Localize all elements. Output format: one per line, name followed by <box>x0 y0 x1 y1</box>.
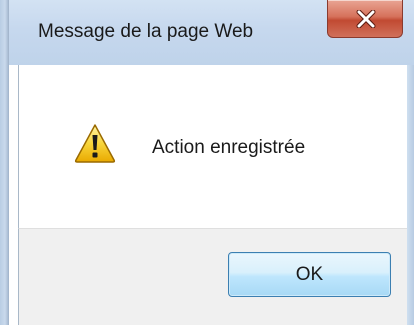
window-border <box>0 0 9 325</box>
dialog-title: Message de la page Web <box>38 21 254 42</box>
warning-icon <box>74 124 116 163</box>
close-button[interactable] <box>327 0 403 38</box>
close-icon <box>356 10 376 28</box>
window-border-right <box>407 65 414 325</box>
dialog-window: Message de la page Web Action enregistré… <box>0 0 414 325</box>
message-text: Action enregistrée <box>152 137 306 158</box>
ok-button[interactable]: OK <box>228 252 391 297</box>
